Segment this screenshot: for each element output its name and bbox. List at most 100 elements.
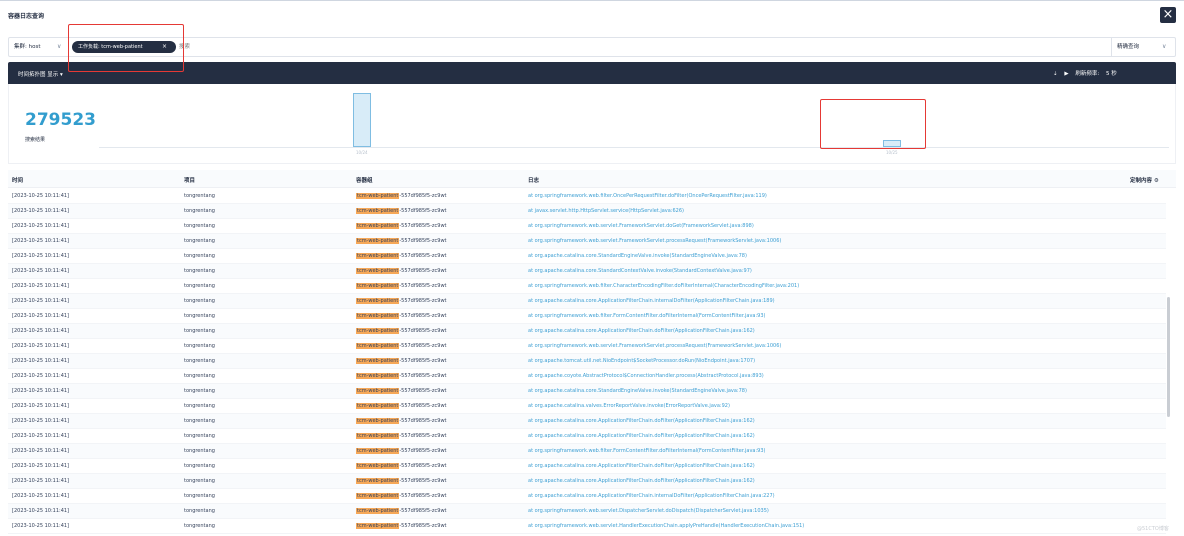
- match-mode-select[interactable]: 精确查询 ∨: [1111, 38, 1175, 56]
- container-suffix: -557df985f5-zc9wt: [399, 493, 447, 499]
- table-row[interactable]: [2023-10-25 10:11:41] tongrentang tcm-web-…: [8, 234, 1166, 249]
- row-project: tongrentang: [184, 343, 215, 349]
- row-container: tcm-web-patient-557df985f5-zc9wt: [356, 204, 447, 219]
- container-highlight: tcm-web-patient: [356, 208, 400, 214]
- play-icon[interactable]: ▶: [1064, 71, 1068, 77]
- row-time: [2023-10-25 10:11:41]: [12, 358, 70, 364]
- row-log[interactable]: at org.springframework.web.servlet.Handl…: [528, 519, 804, 534]
- table-row[interactable]: [2023-10-25 10:11:41] tongrentang tcm-web-…: [8, 354, 1166, 369]
- container-suffix: -557df985f5-zc9wt: [399, 223, 447, 229]
- row-log[interactable]: at org.apache.catalina.core.ApplicationF…: [528, 459, 755, 474]
- table-row[interactable]: [2023-10-25 10:11:41] tongrentang tcm-web-…: [8, 264, 1166, 279]
- container-suffix: -557df985f5-zc9wt: [399, 403, 447, 409]
- column-log[interactable]: 日志: [528, 176, 539, 184]
- row-container: tcm-web-patient-557df985f5-zc9wt: [356, 429, 447, 444]
- row-log[interactable]: at org.apache.catalina.core.StandardEngi…: [528, 384, 747, 399]
- row-log[interactable]: at org.apache.catalina.core.StandardCont…: [528, 264, 752, 279]
- table-row[interactable]: [2023-10-25 10:11:41] tongrentang tcm-web-…: [8, 339, 1166, 354]
- download-icon[interactable]: ⇣: [1053, 71, 1058, 77]
- row-project: tongrentang: [184, 373, 215, 379]
- histogram-bar-label: 10/25: [886, 150, 898, 155]
- column-container[interactable]: 容器组: [356, 176, 373, 184]
- table-row[interactable]: [2023-10-25 10:11:41] tongrentang tcm-web-…: [8, 204, 1166, 219]
- table-row[interactable]: [2023-10-25 10:11:41] tongrentang tcm-web-…: [8, 414, 1166, 429]
- workload-filter-tag: 工作负载: tcm-web-patient ×: [72, 41, 176, 53]
- table-row[interactable]: [2023-10-25 10:11:41] tongrentang tcm-web-…: [8, 369, 1166, 384]
- row-log[interactable]: at org.apache.catalina.core.ApplicationF…: [528, 474, 755, 489]
- table-row[interactable]: [2023-10-25 10:11:41] tongrentang tcm-web-…: [8, 429, 1166, 444]
- table-row[interactable]: [2023-10-25 10:11:41] tongrentang tcm-web-…: [8, 474, 1166, 489]
- row-time: [2023-10-25 10:11:41]: [12, 343, 70, 349]
- custom-columns-button[interactable]: 定制内容 ⚙: [1130, 176, 1159, 184]
- row-log[interactable]: at org.springframework.web.filter.FormCo…: [528, 309, 765, 324]
- table-row[interactable]: [2023-10-25 10:11:41] tongrentang tcm-web-…: [8, 324, 1166, 339]
- row-log[interactable]: at org.springframework.web.filter.Charac…: [528, 279, 799, 294]
- container-suffix: -557df985f5-zc9wt: [399, 343, 447, 349]
- match-mode-label: 精确查询: [1117, 44, 1140, 50]
- row-log[interactable]: at org.apache.catalina.core.ApplicationF…: [528, 414, 755, 429]
- histogram-bar[interactable]: [353, 93, 371, 147]
- row-time: [2023-10-25 10:11:41]: [12, 463, 70, 469]
- cluster-label: 集群: host: [14, 44, 41, 50]
- table-row[interactable]: [2023-10-25 10:11:41] tongrentang tcm-web-…: [8, 279, 1166, 294]
- row-log[interactable]: at javax.servlet.http.HttpServlet.servic…: [528, 204, 684, 219]
- row-container: tcm-web-patient-557df985f5-zc9wt: [356, 474, 447, 489]
- container-highlight: tcm-web-patient: [356, 448, 400, 454]
- table-row[interactable]: [2023-10-25 10:11:41] tongrentang tcm-web-…: [8, 309, 1166, 324]
- scrollbar[interactable]: [1167, 297, 1170, 417]
- row-log[interactable]: at org.springframework.web.servlet.Frame…: [528, 339, 781, 354]
- tag-close-icon[interactable]: ×: [162, 41, 167, 53]
- container-highlight: tcm-web-patient: [356, 373, 400, 379]
- row-log[interactable]: at org.springframework.web.servlet.Dispa…: [528, 504, 769, 519]
- row-log[interactable]: at org.springframework.web.filter.FormCo…: [528, 444, 765, 459]
- row-log[interactable]: at org.apache.catalina.core.ApplicationF…: [528, 294, 775, 309]
- row-log[interactable]: at org.apache.tomcat.util.net.NioEndpoin…: [528, 354, 755, 369]
- row-time: [2023-10-25 10:11:41]: [12, 253, 70, 259]
- table-row[interactable]: [2023-10-25 10:11:41] tongrentang tcm-web-…: [8, 384, 1166, 399]
- row-container: tcm-web-patient-557df985f5-zc9wt: [356, 324, 447, 339]
- watermark: @51CTO博客: [1137, 526, 1169, 532]
- row-log[interactable]: at org.springframework.web.filter.OncePe…: [528, 189, 767, 204]
- table-row[interactable]: [2023-10-25 10:11:41] tongrentang tcm-web-…: [8, 504, 1166, 519]
- table-row[interactable]: [2023-10-25 10:11:41] tongrentang tcm-web-…: [8, 489, 1166, 504]
- log-table-body: [2023-10-25 10:11:41] tongrentang tcm-web-…: [8, 189, 1166, 534]
- table-row[interactable]: [2023-10-25 10:11:41] tongrentang tcm-web-…: [8, 249, 1166, 264]
- row-time: [2023-10-25 10:11:41]: [12, 313, 70, 319]
- container-suffix: -557df985f5-zc9wt: [399, 418, 447, 424]
- row-log[interactable]: at org.apache.catalina.valves.ErrorRepor…: [528, 399, 730, 414]
- modal-header: 容器日志查询 ×: [0, 1, 1184, 31]
- table-row[interactable]: [2023-10-25 10:11:41] tongrentang tcm-web-…: [8, 189, 1166, 204]
- row-log[interactable]: at org.apache.catalina.core.ApplicationF…: [528, 489, 775, 504]
- row-log[interactable]: at org.springframework.web.servlet.Frame…: [528, 219, 754, 234]
- table-row[interactable]: [2023-10-25 10:11:41] tongrentang tcm-web-…: [8, 219, 1166, 234]
- column-time[interactable]: 时间: [12, 176, 23, 184]
- table-row[interactable]: [2023-10-25 10:11:41] tongrentang tcm-web-…: [8, 399, 1166, 414]
- row-log[interactable]: at org.apache.catalina.core.ApplicationF…: [528, 429, 755, 444]
- table-row[interactable]: [2023-10-25 10:11:41] tongrentang tcm-web-…: [8, 444, 1166, 459]
- table-row[interactable]: [2023-10-25 10:11:41] tongrentang tcm-web-…: [8, 519, 1166, 534]
- row-time: [2023-10-25 10:11:41]: [12, 328, 70, 334]
- row-time: [2023-10-25 10:11:41]: [12, 223, 70, 229]
- refresh-interval-select[interactable]: 5 秒: [1106, 69, 1117, 77]
- container-highlight: tcm-web-patient: [356, 523, 400, 529]
- close-icon[interactable]: ×: [1160, 7, 1176, 23]
- column-project[interactable]: 项目: [184, 176, 195, 184]
- container-suffix: -557df985f5-zc9wt: [399, 268, 447, 274]
- table-row[interactable]: [2023-10-25 10:11:41] tongrentang tcm-web-…: [8, 459, 1166, 474]
- row-time: [2023-10-25 10:11:41]: [12, 478, 70, 484]
- row-log[interactable]: at org.springframework.web.servlet.Frame…: [528, 234, 781, 249]
- cluster-select[interactable]: 集群: host ∨: [9, 38, 69, 56]
- row-log[interactable]: at org.apache.catalina.core.StandardEngi…: [528, 249, 747, 264]
- row-log[interactable]: at org.apache.coyote.AbstractProtocol$Co…: [528, 369, 764, 384]
- row-log[interactable]: at org.apache.catalina.core.ApplicationF…: [528, 324, 755, 339]
- search-input[interactable]: [179, 41, 1059, 53]
- table-row[interactable]: [2023-10-25 10:11:41] tongrentang tcm-web-…: [8, 294, 1166, 309]
- histogram-bar[interactable]: [883, 139, 901, 147]
- row-container: tcm-web-patient-557df985f5-zc9wt: [356, 264, 447, 279]
- container-suffix: -557df985f5-zc9wt: [399, 253, 447, 259]
- row-project: tongrentang: [184, 523, 215, 529]
- container-suffix: -557df985f5-zc9wt: [399, 238, 447, 244]
- histogram-toggle[interactable]: 时间拓扑图 显示 ▾: [18, 70, 63, 78]
- container-highlight: tcm-web-patient: [356, 238, 400, 244]
- row-container: tcm-web-patient-557df985f5-zc9wt: [356, 234, 447, 249]
